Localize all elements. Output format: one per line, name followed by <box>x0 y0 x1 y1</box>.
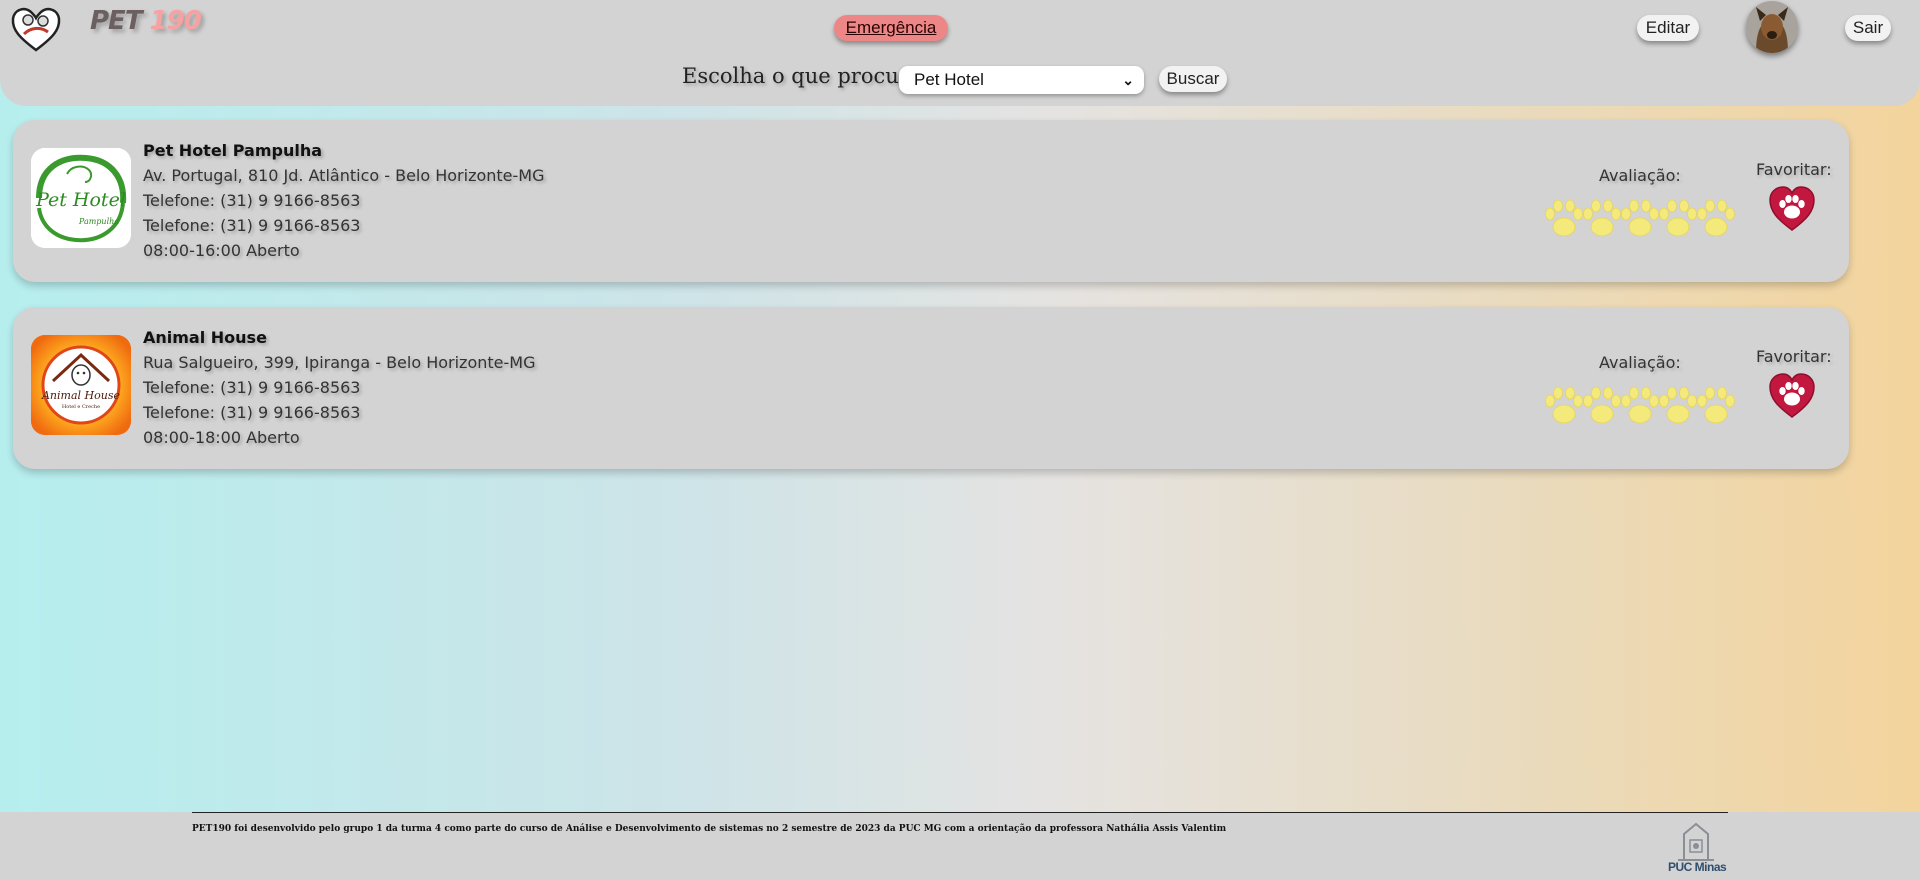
footer: PET190 foi desenvolvido pelo grupo 1 da … <box>0 812 1920 880</box>
rating-paws[interactable] <box>1543 385 1735 427</box>
svg-text:Animal House: Animal House <box>41 389 120 402</box>
footer-credit: PET190 foi desenvolvido pelo grupo 1 da … <box>192 824 1227 834</box>
paw-rating-icon[interactable] <box>1543 385 1585 427</box>
rating-paws[interactable] <box>1543 198 1735 240</box>
result-address: Av. Portugal, 810 Jd. Atlântico - Belo H… <box>143 166 545 185</box>
result-phone: Telefone: (31) 9 9166-8563 <box>143 216 361 235</box>
favorite-label: Favoritar: <box>1756 347 1832 366</box>
paw-heart-favorite-icon[interactable] <box>1768 373 1816 419</box>
search-label: Escolha o que procura: <box>682 64 929 88</box>
result-hours: 08:00-18:00 Aberto <box>143 428 300 447</box>
result-phone: Telefone: (31) 9 9166-8563 <box>143 191 361 210</box>
paw-rating-icon[interactable] <box>1581 385 1623 427</box>
favorite-label: Favoritar: <box>1756 160 1832 179</box>
svg-text:Pet Hotel: Pet Hotel <box>35 189 126 211</box>
result-card[interactable]: Pet Hotel Pampulha Pet Hotel Pampulha Av… <box>13 120 1849 282</box>
result-name[interactable]: Animal House <box>143 325 535 350</box>
chevron-down-icon: ⌄ <box>1122 72 1134 88</box>
edit-profile-button[interactable]: Editar <box>1637 15 1699 41</box>
paw-rating-icon[interactable] <box>1619 385 1661 427</box>
avatar[interactable] <box>1746 1 1798 53</box>
logout-button[interactable]: Sair <box>1845 15 1891 41</box>
emergency-button[interactable]: Emergência <box>834 15 948 41</box>
result-phone: Telefone: (31) 9 9166-8563 <box>143 378 361 397</box>
rating-label: Avaliação: <box>1599 353 1681 372</box>
result-info: Pet Hotel Pampulha Av. Portugal, 810 Jd.… <box>143 138 545 263</box>
pet-hotel-pampulha-logo: Pet Hotel Pampulha <box>31 148 131 248</box>
rating-label: Avaliação: <box>1599 166 1681 185</box>
footer-divider <box>192 812 1728 813</box>
result-card[interactable]: Animal House Hotel e Creche Animal House… <box>13 307 1849 469</box>
paw-rating-icon[interactable] <box>1657 198 1699 240</box>
result-info: Animal House Rua Salgueiro, 399, Ipirang… <box>143 325 535 450</box>
result-hours: 08:00-16:00 Aberto <box>143 241 300 260</box>
university-logo-text: PUC Minas <box>1668 860 1727 874</box>
paw-rating-icon[interactable] <box>1695 198 1737 240</box>
svg-text:Hotel e Creche: Hotel e Creche <box>62 404 100 410</box>
paw-rating-icon[interactable] <box>1619 198 1661 240</box>
paw-heart-favorite-icon[interactable] <box>1768 186 1816 232</box>
category-select-value: Pet Hotel <box>914 70 984 89</box>
paw-rating-icon[interactable] <box>1543 198 1585 240</box>
pet-heart-logo-icon[interactable] <box>10 4 62 54</box>
paw-rating-icon[interactable] <box>1657 385 1699 427</box>
result-phone: Telefone: (31) 9 9166-8563 <box>143 403 361 422</box>
animal-house-logo: Animal House Hotel e Creche <box>31 335 131 435</box>
search-button[interactable]: Buscar <box>1159 66 1227 92</box>
result-address: Rua Salgueiro, 399, Ipiranga - Belo Hori… <box>143 353 536 372</box>
paw-rating-icon[interactable] <box>1695 385 1737 427</box>
paw-rating-icon[interactable] <box>1581 198 1623 240</box>
top-navigation-bar: PET 190 Emergência Editar Sair Escolha o … <box>0 0 1920 106</box>
brand-wordmark[interactable]: PET 190 <box>90 6 202 36</box>
svg-text:Pampulha: Pampulha <box>78 217 119 226</box>
result-name[interactable]: Pet Hotel Pampulha <box>143 138 545 163</box>
category-select[interactable]: Pet Hotel ⌄ <box>899 66 1144 94</box>
